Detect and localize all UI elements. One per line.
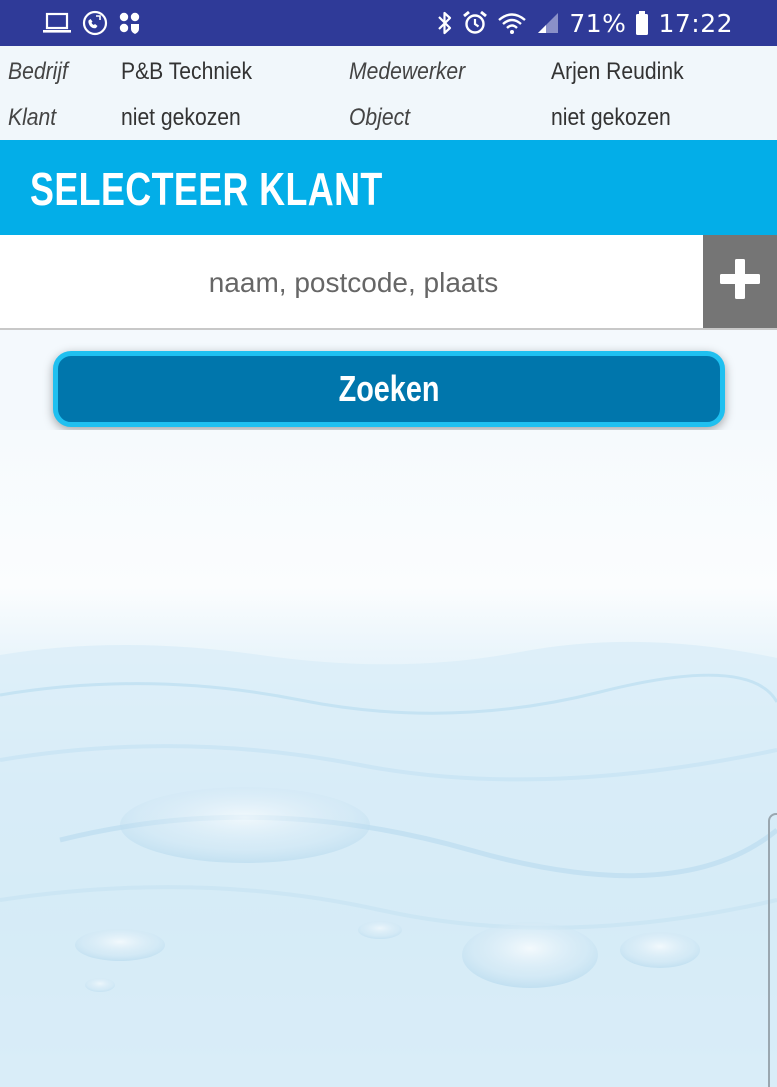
title-bar: SELECTEER KLANT xyxy=(0,140,777,235)
object-label: Object xyxy=(349,104,411,131)
wifi-icon xyxy=(497,11,527,35)
clock: 17:22 xyxy=(658,8,733,38)
alarm-icon xyxy=(462,10,488,36)
status-right-icons: 71% 17:22 xyxy=(437,9,733,38)
object-value: niet gekozen xyxy=(551,104,671,131)
search-button[interactable]: Zoeken xyxy=(53,351,725,427)
status-left-icons xyxy=(42,10,142,36)
klant-value: niet gekozen xyxy=(121,104,241,131)
medewerker-label: Medewerker xyxy=(349,58,466,85)
laptop-icon xyxy=(42,11,72,35)
medewerker-value: Arjen Reudink xyxy=(551,58,684,85)
page-title: SELECTEER KLANT xyxy=(30,163,383,215)
customer-search-input[interactable] xyxy=(0,235,707,330)
edge-panel-handle[interactable] xyxy=(768,813,777,1087)
phone-icon xyxy=(82,10,108,36)
klant-label: Klant xyxy=(8,104,57,131)
bedrijf-label: Bedrijf xyxy=(8,58,68,85)
apps-icon xyxy=(118,11,142,35)
battery-icon xyxy=(635,10,649,36)
water-background-image xyxy=(0,430,777,1087)
bedrijf-value: P&B Techniek xyxy=(121,58,253,85)
bluetooth-icon xyxy=(437,10,453,36)
search-row xyxy=(0,235,777,330)
signal-icon xyxy=(536,11,560,35)
context-info: Bedrijf P&B Techniek Medewerker Arjen Re… xyxy=(0,46,777,140)
plus-icon xyxy=(718,257,762,306)
add-customer-button[interactable] xyxy=(703,235,777,328)
search-button-label: Zoeken xyxy=(338,368,440,409)
status-bar: 71% 17:22 xyxy=(0,0,777,46)
battery-percent: 71% xyxy=(569,8,627,38)
